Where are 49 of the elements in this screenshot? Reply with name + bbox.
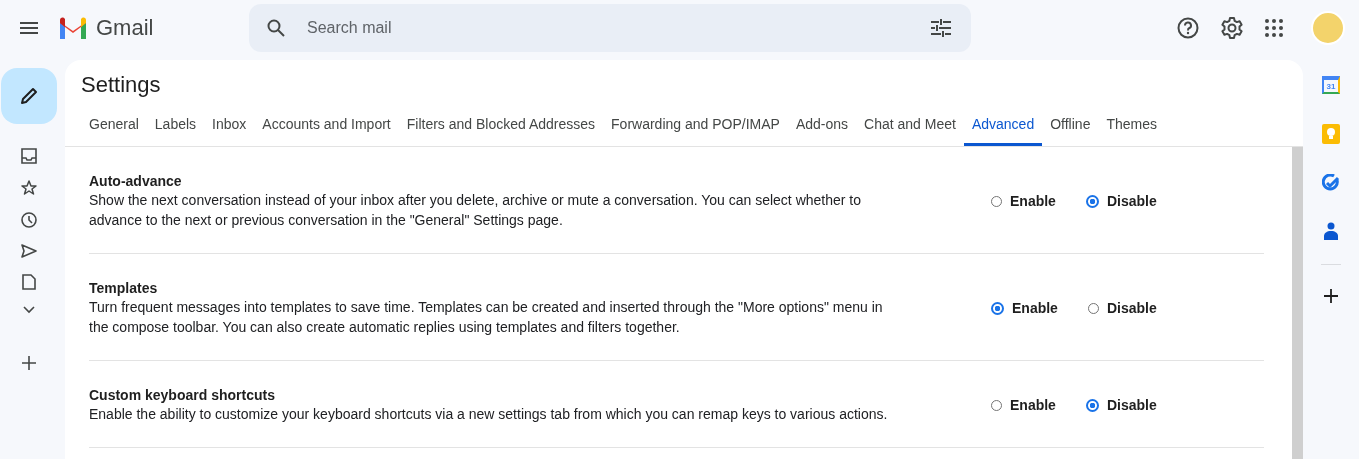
radio-option[interactable]: Enable	[991, 193, 1056, 209]
settings-tab[interactable]: Labels	[146, 110, 205, 146]
plus-icon[interactable]	[1324, 289, 1338, 303]
setting-title: Auto-advance	[89, 172, 183, 190]
setting-description: Show the next conversation instead of your inbox after you delete, archive or mute a conversation. You can select whether to advance to the next or previous conversation in the "General" Settings page.	[89, 191, 863, 230]
setting-description: Turn frequent messages into templates to save time. Templates can be created and inserted through the "More options" menu in the compose toolbar. You can also create automatic replies using templates and filters together.	[89, 298, 884, 337]
setting-description: Enable the ability to customize your keyboard shortcuts via a new settings tab from which you can remap keys to various actions.	[89, 405, 889, 424]
filter-options-icon[interactable]	[931, 19, 951, 37]
settings-tab[interactable]: Advanced	[963, 110, 1043, 146]
setting-title: Templates	[89, 279, 159, 297]
pencil-icon	[19, 87, 38, 105]
radio-option[interactable]: Disable	[1085, 193, 1157, 209]
clock-icon[interactable]	[20, 212, 37, 228]
settings-tab[interactable]: Accounts and Import	[254, 110, 399, 146]
radio-option[interactable]: Disable	[1087, 300, 1157, 316]
inbox-icon[interactable]	[20, 148, 37, 164]
star-icon[interactable]	[20, 180, 37, 196]
mail-logo-icon	[58, 17, 88, 39]
compose-button[interactable]	[0, 68, 57, 124]
settings-icon[interactable]	[1221, 17, 1243, 39]
settings-tab[interactable]: Chat and Meet	[856, 110, 964, 146]
search-icon[interactable]	[267, 19, 285, 37]
send-icon[interactable]	[20, 244, 37, 258]
settings-tab[interactable]: Filters and Blocked Addresses	[398, 110, 604, 146]
settings-tab[interactable]: Themes	[1098, 110, 1165, 146]
settings-tab[interactable]: Forwarding and POP/IMAP	[603, 110, 788, 146]
radio-button[interactable]	[991, 301, 1004, 315]
radio-option[interactable]: Enable	[991, 300, 1058, 316]
search-input[interactable]: Search mail	[305, 18, 911, 38]
settings-tab[interactable]: Add-ons	[787, 110, 857, 146]
setting-title: Custom keyboard shortcuts	[89, 386, 276, 404]
radio-button[interactable]	[1085, 398, 1099, 412]
settings-tab[interactable]: General	[81, 110, 147, 146]
document-icon[interactable]	[21, 274, 36, 290]
radio-button[interactable]	[1085, 194, 1099, 208]
radio-option[interactable]: Disable	[1085, 397, 1157, 413]
app-name: Gmail	[96, 15, 154, 41]
settings-tab[interactable]: Inbox	[204, 110, 255, 146]
page-title: Settings	[81, 72, 162, 98]
settings-tab[interactable]: Offline	[1042, 110, 1099, 146]
chevron-down-icon[interactable]	[22, 306, 35, 314]
scrollbar[interactable]	[1292, 147, 1303, 459]
help-icon[interactable]	[1177, 17, 1199, 39]
person-icon[interactable]	[1324, 222, 1338, 240]
check-circle-icon[interactable]	[1322, 174, 1340, 192]
search-field[interactable]: Search mail	[249, 4, 971, 52]
apps-grid-icon[interactable]	[1265, 19, 1283, 37]
menu-icon[interactable]	[20, 22, 38, 34]
radio-option[interactable]: Enable	[991, 397, 1056, 413]
